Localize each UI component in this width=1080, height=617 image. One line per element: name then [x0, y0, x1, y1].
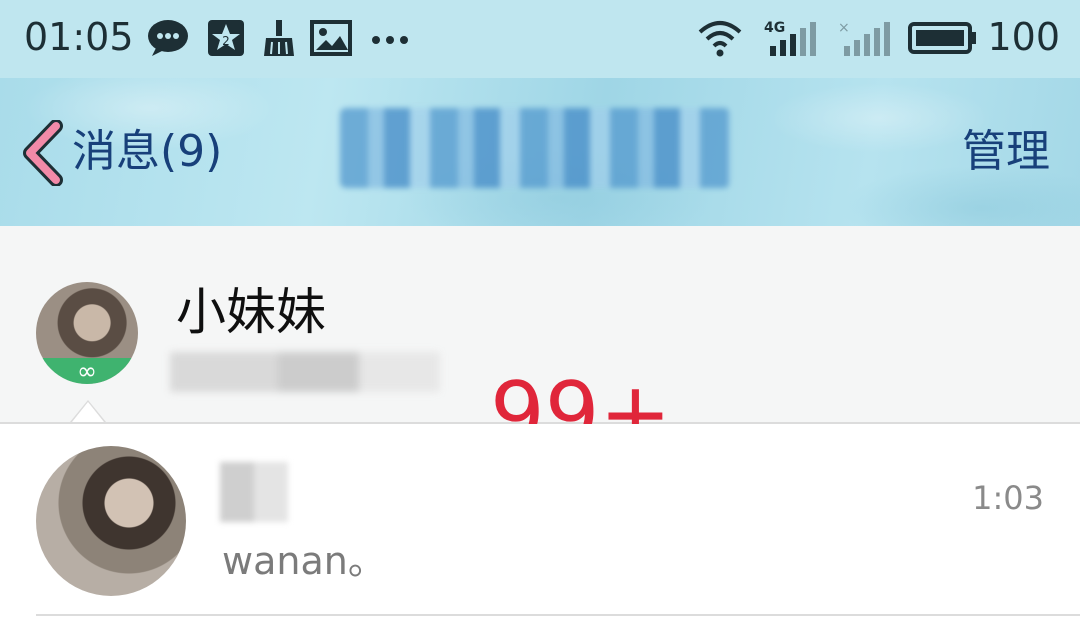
star-app-icon: 2	[208, 20, 244, 56]
message-preview: wanan。	[222, 539, 386, 583]
status-time: 01:05	[24, 15, 134, 59]
obscured-subtitle	[170, 352, 440, 392]
divider	[36, 614, 1080, 616]
contact-name: 小妹妹	[176, 283, 326, 341]
chat-bubble-icon	[148, 20, 188, 56]
battery-level: 100	[987, 15, 1060, 59]
conversation-item-2[interactable]: 1:03 wanan。	[0, 424, 1080, 616]
obscured-contact-name	[220, 462, 288, 522]
manage-button[interactable]: 管理	[962, 122, 1050, 182]
title-bar: 消息(9) 管理	[0, 78, 1080, 226]
avatar[interactable]	[36, 446, 186, 596]
obscured-title	[340, 108, 730, 188]
signal-no-sim-icon: ×	[838, 20, 890, 56]
signal-4g-icon: 4G	[764, 20, 816, 56]
status-bar: 01:05 2 4G × 100	[0, 0, 1080, 78]
image-icon	[310, 20, 352, 56]
back-arrow-icon[interactable]	[22, 120, 68, 186]
pointer-arrow	[72, 402, 104, 422]
conversation-item-1[interactable]: ∞ 小妹妹 99+	[0, 226, 1080, 464]
more-dots-icon	[372, 36, 408, 44]
message-time: 1:03	[972, 479, 1044, 517]
battery-icon	[908, 22, 976, 54]
svg-text:2: 2	[222, 34, 230, 48]
svg-text:4G: 4G	[764, 20, 785, 36]
broom-icon	[264, 20, 294, 56]
wifi-icon	[698, 21, 742, 57]
svg-text:×: ×	[838, 20, 850, 36]
back-button[interactable]: 消息(9)	[72, 122, 222, 182]
infinity-icon: ∞	[77, 357, 97, 384]
avatar[interactable]: ∞	[36, 282, 138, 384]
